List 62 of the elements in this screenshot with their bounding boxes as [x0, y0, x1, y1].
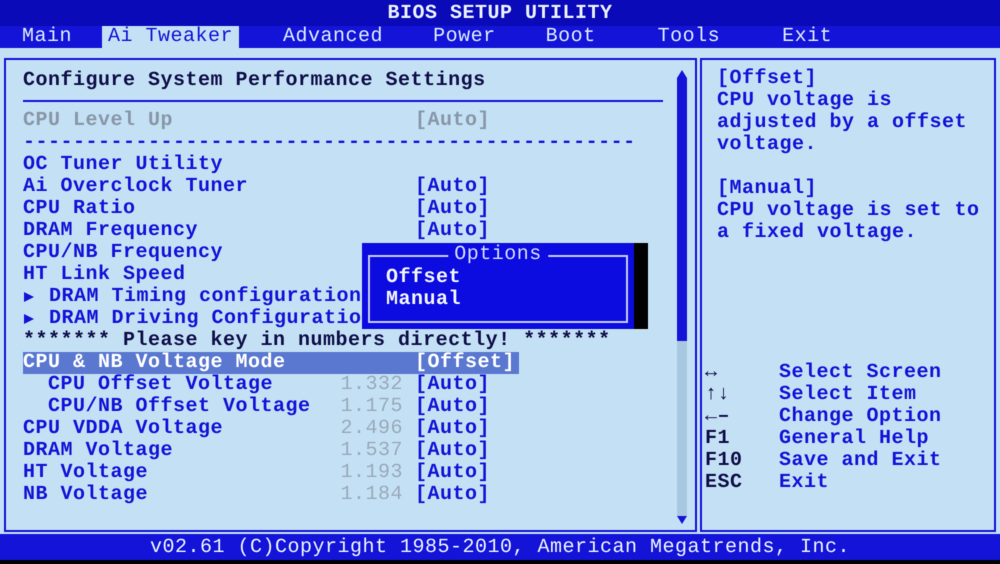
setting-value: [Auto] [415, 484, 490, 506]
menu-tab[interactable]: Power [427, 26, 502, 48]
setting-label[interactable]: DRAM Frequency [23, 220, 415, 242]
setting-value: [Auto] [415, 220, 490, 242]
key-action: Exit [779, 472, 830, 494]
menu-tab[interactable]: Advanced [277, 26, 390, 48]
key-action: Select Item [779, 384, 917, 406]
key-name: F1 [705, 428, 732, 450]
key-name: F10 [705, 450, 744, 472]
setting-label[interactable]: CPU Ratio [23, 198, 415, 220]
setting-value: [Auto] [415, 198, 490, 220]
key-action: Change Option [779, 406, 942, 428]
setting-label[interactable]: HT Voltage [23, 462, 338, 484]
menu-tab[interactable]: Main [16, 26, 78, 48]
voltage-reading: 1.537 [339, 440, 403, 462]
menu-tab[interactable]: Boot [540, 26, 602, 48]
menu-tab[interactable]: Ai Tweaker [102, 26, 240, 48]
help-text: CPU voltage is adjusted by a offset voltage. [717, 90, 968, 156]
panel-title: Configure System Performance Settings [23, 68, 487, 94]
voltage-reading: 1.193 [339, 462, 403, 484]
key-name: ↑↓ [705, 384, 732, 406]
voltage-reading: 1.184 [339, 484, 403, 506]
key-name: ↔ [705, 362, 719, 384]
setting-label[interactable]: CPU/NB Offset Voltage [48, 396, 338, 418]
key-name: ←– [705, 406, 732, 428]
key-name: ESC [705, 472, 744, 494]
setting-label[interactable]: CPU & NB Voltage Mode [23, 352, 415, 374]
setting-value: [Auto] [415, 176, 490, 198]
setting-value: [Offset] [415, 352, 516, 374]
scrollbar[interactable] [677, 78, 687, 516]
key-action: General Help [779, 428, 930, 450]
help-heading: [Manual] [717, 178, 818, 200]
triangle-icon [23, 291, 35, 303]
setting-label[interactable]: OC Tuner Utility [23, 154, 415, 176]
setting-value: [Auto] [415, 374, 490, 396]
voltage-reading: 1.332 [339, 374, 403, 396]
setting-label[interactable]: CPU Offset Voltage [48, 374, 338, 396]
setting-label[interactable]: NB Voltage [23, 484, 338, 506]
triangle-icon [23, 313, 35, 325]
setting-label[interactable]: Ai Overclock Tuner [23, 176, 415, 198]
copyright-text: v02.61 (C)Copyright 1985-2010, American Megatrends, Inc. [150, 536, 850, 558]
voltage-reading: 2.496 [339, 418, 403, 440]
key-action: Select Screen [779, 362, 942, 384]
menu-tab[interactable]: Exit [776, 26, 838, 48]
setting-label[interactable]: CPU VDDA Voltage [23, 418, 338, 440]
popup-title: Options [448, 244, 548, 266]
dashed-separator: ------------------------------------------------- [23, 132, 636, 154]
setting-label[interactable]: DRAM Voltage [23, 440, 338, 462]
setting-value: [Auto] [415, 418, 490, 440]
setting-value: [Auto] [415, 396, 490, 418]
setting-value: [Auto] [415, 462, 490, 484]
info-note: ******* Please key in numbers directly! ******* [23, 330, 611, 352]
setting-value: [Auto] [415, 440, 490, 462]
popup-option[interactable]: Offset [386, 267, 462, 289]
window-title: BIOS SETUP UTILITY [387, 2, 613, 24]
setting-value: [Auto] [415, 110, 490, 132]
help-text: CPU voltage is set to a fixed voltage. [717, 200, 981, 244]
menu-tab[interactable]: Tools [652, 26, 726, 48]
voltage-reading: 1.175 [339, 396, 403, 418]
key-action: Save and Exit [779, 450, 942, 472]
popup-option[interactable]: Manual [386, 289, 462, 311]
help-heading: [Offset] [717, 68, 818, 90]
